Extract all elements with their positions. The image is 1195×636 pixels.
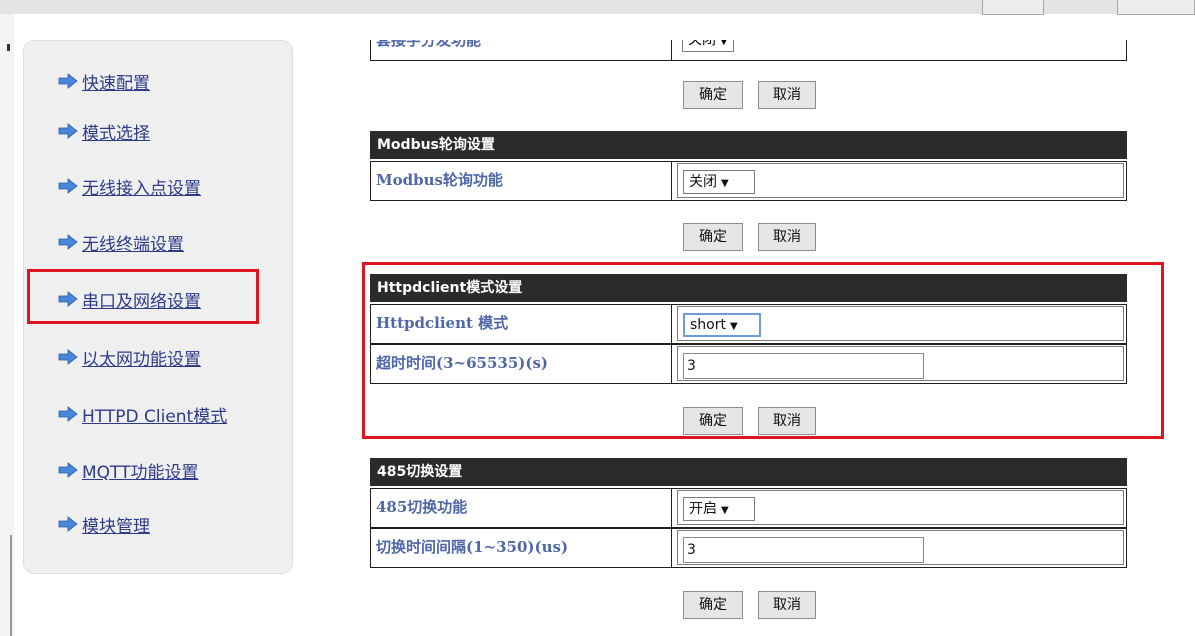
top-toolbar-box bbox=[1117, 0, 1195, 15]
arrow-right-icon bbox=[58, 178, 78, 194]
sidebar-item-label[interactable]: HTTPD Client模式 bbox=[82, 402, 227, 427]
highlight-box-sidebar bbox=[27, 269, 259, 324]
select-value: 关闭 bbox=[688, 40, 716, 48]
modbus-poll-row: Modbus轮询功能 关闭 ▼ bbox=[370, 161, 1127, 201]
sidebar-item-mode-select[interactable]: 模式选择 bbox=[58, 118, 150, 144]
caret-down-icon: ▼ bbox=[720, 40, 728, 47]
field-label: 套接字分发功能 bbox=[371, 40, 672, 60]
sidebar-item-label[interactable]: 无线终端设置 bbox=[82, 230, 184, 255]
rs485-section-title: 485切换设置 bbox=[370, 458, 1127, 486]
sidebar-item-module-management[interactable]: 模块管理 bbox=[58, 511, 150, 537]
sidebar-item-mqtt[interactable]: MQTT功能设置 bbox=[58, 457, 199, 483]
rs485-confirm-button[interactable]: 确定 bbox=[683, 591, 743, 619]
caret-down-icon: ▼ bbox=[721, 505, 729, 516]
arrow-right-icon bbox=[58, 234, 78, 250]
sidebar-item-ap-settings[interactable]: 无线接入点设置 bbox=[58, 173, 201, 199]
rs485-cancel-button[interactable]: 取消 bbox=[758, 591, 816, 619]
select-value: 开启 bbox=[689, 501, 717, 517]
arrow-right-icon bbox=[58, 123, 78, 139]
field-value-cell: 关闭 ▼ bbox=[677, 163, 1124, 198]
arrow-right-icon bbox=[58, 462, 78, 478]
field-label: 485切换功能 bbox=[371, 489, 672, 527]
socket-distribution-row: 套接字分发功能 关闭 ▼ bbox=[370, 40, 1127, 61]
rs485-interval-input[interactable] bbox=[683, 537, 924, 563]
arrow-right-icon bbox=[58, 406, 78, 422]
sidebar-item-quick-config[interactable]: 快速配置 bbox=[58, 68, 150, 94]
rs485-interval-row: 切换时间间隔(1~350)(us) bbox=[370, 528, 1127, 568]
modbus-poll-select[interactable]: 关闭 ▼ bbox=[683, 170, 755, 194]
sidebar-item-ethernet[interactable]: 以太网功能设置 bbox=[58, 344, 201, 370]
sidebar-item-httpd-client[interactable]: HTTPD Client模式 bbox=[58, 401, 227, 427]
sidebar-item-label[interactable]: 无线接入点设置 bbox=[82, 174, 201, 199]
top-toolbar-box bbox=[982, 0, 1044, 15]
modbus-section-title: Modbus轮询设置 bbox=[370, 131, 1127, 159]
highlight-box-httpd-section bbox=[362, 262, 1164, 439]
modbus-cancel-button[interactable]: 取消 bbox=[758, 223, 816, 251]
sidebar-item-label[interactable]: 模式选择 bbox=[82, 119, 150, 144]
field-value-cell: 开启 ▼ bbox=[677, 490, 1124, 525]
modbus-confirm-button[interactable]: 确定 bbox=[683, 223, 743, 251]
left-scroll-line bbox=[10, 535, 12, 636]
edge-tick bbox=[7, 44, 10, 51]
sidebar-item-sta-settings[interactable]: 无线终端设置 bbox=[58, 229, 184, 255]
rs485-switch-select[interactable]: 开启 ▼ bbox=[683, 497, 755, 521]
rs485-switch-row: 485切换功能 开启 ▼ bbox=[370, 488, 1127, 528]
partial-confirm-button[interactable]: 确定 bbox=[683, 81, 743, 109]
sidebar-item-label[interactable]: 模块管理 bbox=[82, 512, 150, 537]
sidebar-item-label[interactable]: MQTT功能设置 bbox=[82, 458, 199, 483]
select-value: 关闭 bbox=[689, 174, 717, 190]
socket-distribution-select[interactable]: 关闭 ▼ bbox=[682, 40, 734, 52]
caret-down-icon: ▼ bbox=[721, 178, 729, 189]
field-value-cell bbox=[677, 530, 1124, 565]
field-label: Modbus轮询功能 bbox=[371, 162, 672, 200]
sidebar-item-label[interactable]: 以太网功能设置 bbox=[82, 345, 201, 370]
arrow-right-icon bbox=[58, 516, 78, 532]
arrow-right-icon bbox=[58, 349, 78, 365]
sidebar-item-label[interactable]: 快速配置 bbox=[82, 69, 150, 94]
field-label: 切换时间间隔(1~350)(us) bbox=[371, 529, 672, 567]
partial-cancel-button[interactable]: 取消 bbox=[758, 81, 816, 109]
arrow-right-icon bbox=[58, 73, 78, 89]
